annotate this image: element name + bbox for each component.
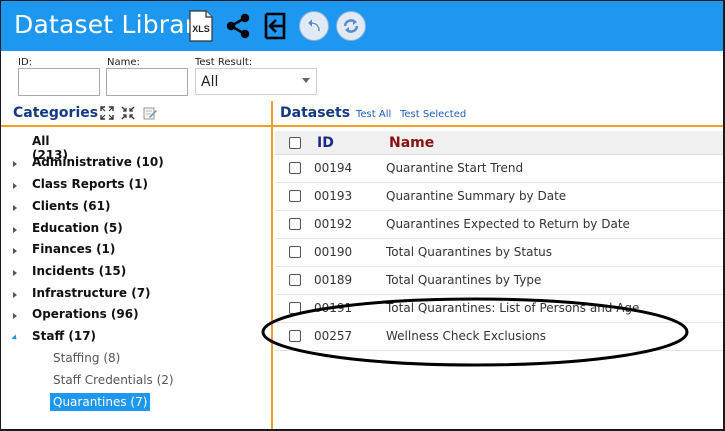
- category-label: Education (5): [32, 221, 123, 235]
- dataset-id: 00192: [314, 217, 353, 231]
- dataset-name: Total Quarantines by Status: [386, 245, 553, 259]
- subcategory-item-staff-credentials[interactable]: Staff Credentials (2): [1, 373, 271, 393]
- categories-title: Categories: [13, 105, 99, 121]
- category-item-administrative[interactable]: Administrative (10): [1, 155, 271, 175]
- dataset-name: Quarantine Start Trend: [386, 161, 524, 175]
- edit-icon[interactable]: [143, 106, 157, 120]
- app-window: Dataset Library XLS ID: Name: Test Resul…: [0, 0, 725, 431]
- row-checkbox[interactable]: [289, 302, 301, 314]
- category-label: Class Reports (1): [32, 177, 148, 191]
- test-result-value: All: [201, 74, 219, 90]
- table-row[interactable]: 00194 Quarantine Start Trend: [275, 155, 723, 183]
- column-header-id[interactable]: ID: [317, 135, 334, 151]
- share-button[interactable]: [223, 10, 253, 42]
- test-result-select[interactable]: All: [195, 68, 317, 95]
- expand-all-icon[interactable]: [100, 106, 114, 120]
- dataset-name: Total Quarantines by Type: [386, 273, 542, 287]
- refresh-icon: [336, 11, 366, 41]
- expand-arrow-icon[interactable]: [13, 292, 17, 298]
- test-selected-link[interactable]: Test Selected: [400, 109, 466, 120]
- dataset-id: 00193: [314, 189, 353, 203]
- collapse-arrow-icon[interactable]: [11, 334, 19, 342]
- dataset-id: 00190: [314, 245, 353, 259]
- collapse-all-icon[interactable]: [121, 106, 135, 120]
- undo-button[interactable]: [298, 10, 330, 42]
- datasets-header: Datasets Test All Test Selected: [273, 101, 723, 127]
- chevron-down-icon: [302, 78, 310, 83]
- category-item-class-reports[interactable]: Class Reports (1): [1, 177, 271, 197]
- row-checkbox[interactable]: [289, 246, 301, 258]
- export-xls-button[interactable]: XLS: [187, 10, 215, 42]
- subcategory-item-staffing[interactable]: Staffing (8): [1, 351, 271, 371]
- expand-arrow-icon[interactable]: [13, 161, 17, 167]
- select-all-checkbox[interactable]: [289, 137, 301, 149]
- expand-arrow-icon[interactable]: [13, 313, 17, 319]
- expand-arrow-icon[interactable]: [13, 248, 17, 254]
- dataset-name: Quarantines Expected to Return by Date: [386, 217, 630, 231]
- category-label: Infrastructure (7): [32, 286, 151, 300]
- datasets-panel: Datasets Test All Test Selected ID Name …: [273, 101, 723, 429]
- category-label: Administrative (10): [32, 155, 164, 169]
- category-item-operations[interactable]: Operations (96): [1, 307, 271, 327]
- subcategory-label-selected: Quarantines (7): [50, 393, 151, 411]
- subcategory-label: Staffing (8): [53, 351, 121, 365]
- category-label: Incidents (15): [32, 264, 127, 278]
- dataset-name: Quarantine Summary by Date: [386, 189, 567, 203]
- refresh-button[interactable]: [335, 10, 367, 42]
- filter-bar: ID: Name: Test Result: All: [1, 51, 723, 101]
- category-label: Operations (96): [32, 307, 139, 321]
- test-result-label: Test Result:: [195, 57, 253, 68]
- categories-header: Categories: [1, 101, 271, 127]
- id-filter-input[interactable]: [18, 68, 100, 96]
- subcategory-label: Staff Credentials (2): [53, 373, 174, 387]
- category-item-finances[interactable]: Finances (1): [1, 242, 271, 262]
- category-item-education[interactable]: Education (5): [1, 221, 271, 241]
- dataset-id: 00194: [314, 161, 353, 175]
- name-filter-input[interactable]: [106, 68, 188, 96]
- dataset-name: Total Quarantines: List of Persons and A…: [386, 301, 640, 315]
- table-row[interactable]: 00257 Wellness Check Exclusions: [275, 323, 723, 351]
- dataset-name: Wellness Check Exclusions: [386, 329, 547, 343]
- expand-arrow-icon[interactable]: [13, 227, 17, 233]
- id-filter-label: ID:: [18, 57, 33, 68]
- expand-arrow-icon[interactable]: [13, 205, 17, 211]
- subcategory-item-quarantines[interactable]: Quarantines (7): [1, 393, 271, 413]
- category-item-infrastructure[interactable]: Infrastructure (7): [1, 286, 271, 306]
- dataset-id: 00257: [314, 329, 353, 343]
- category-item-staff[interactable]: Staff (17): [1, 329, 271, 349]
- category-label: Staff (17): [32, 329, 97, 343]
- category-label: Clients (61): [32, 199, 111, 213]
- expand-arrow-icon[interactable]: [13, 270, 17, 276]
- app-title: Dataset Library: [14, 10, 211, 39]
- category-item-incidents[interactable]: Incidents (15): [1, 264, 271, 284]
- share-icon: [226, 13, 250, 39]
- table-row[interactable]: 00192 Quarantines Expected to Return by …: [275, 211, 723, 239]
- category-label: Finances (1): [32, 242, 116, 256]
- undo-icon: [299, 11, 329, 41]
- row-checkbox[interactable]: [289, 218, 301, 230]
- row-checkbox[interactable]: [289, 330, 301, 342]
- datasets-title: Datasets: [280, 105, 351, 121]
- row-checkbox[interactable]: [289, 162, 301, 174]
- name-filter-label: Name:: [107, 57, 140, 68]
- column-header-name[interactable]: Name: [389, 135, 434, 151]
- dataset-id: 00189: [314, 273, 353, 287]
- dataset-id: 00191: [314, 301, 353, 315]
- dataset-table-header: ID Name: [275, 131, 723, 155]
- xls-icon-label: XLS: [192, 24, 210, 34]
- row-checkbox[interactable]: [289, 190, 301, 202]
- test-all-link[interactable]: Test All: [356, 109, 391, 120]
- categories-panel: Categories All (213) Administrative (10)…: [1, 101, 271, 429]
- table-row[interactable]: 00191 Total Quarantines: List of Persons…: [275, 295, 723, 323]
- exit-icon: [264, 12, 286, 40]
- xls-file-icon: XLS: [189, 10, 213, 42]
- table-row[interactable]: 00190 Total Quarantines by Status: [275, 239, 723, 267]
- app-header: Dataset Library XLS: [1, 1, 723, 51]
- table-row[interactable]: 00189 Total Quarantines by Type: [275, 267, 723, 295]
- row-checkbox[interactable]: [289, 274, 301, 286]
- exit-button[interactable]: [261, 10, 291, 42]
- expand-arrow-icon[interactable]: [13, 183, 17, 189]
- category-item-clients[interactable]: Clients (61): [1, 199, 271, 219]
- table-row[interactable]: 00193 Quarantine Summary by Date: [275, 183, 723, 211]
